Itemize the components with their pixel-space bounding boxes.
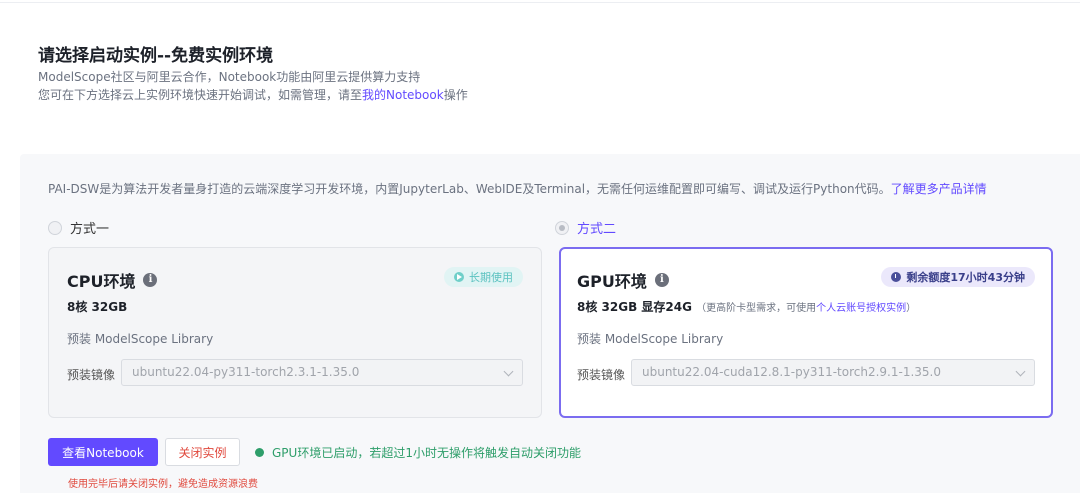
personal-account-link[interactable]: 个人云账号授权实例 [816,303,906,314]
info-icon[interactable]: i [143,273,158,287]
gpu-spec-text: 8核 32GB 显存24G [577,300,692,314]
cpu-image-value: ubuntu22.04-py311-torch2.3.1-1.35.0 [132,365,360,379]
cpu-image-select[interactable]: ubuntu22.04-py311-torch2.3.1-1.35.0 [121,359,523,386]
gpu-note-prefix: （更高阶卡型需求，可使用 [696,303,817,314]
gpu-image-select[interactable]: ubuntu22.04-cuda12.8.1-py311-torch2.9.1-… [631,359,1035,386]
play-circle-icon [454,272,464,282]
close-instance-button[interactable]: 关闭实例 [165,438,240,466]
long-term-badge: 长期使用 [444,267,523,287]
page-header: 请选择启动实例--免费实例环境 ModelScope社区与阿里云合作，Noteb… [38,44,468,104]
top-divider [0,2,1080,3]
cpu-title-text: CPU环境 [67,272,136,291]
cpu-card-title: CPU环境 i [67,268,158,292]
remaining-quota-text: 剩余额度17小时43分钟 [906,271,1025,284]
option1-label: 方式一 [70,222,110,237]
header-desc-1: ModelScope社区与阿里云合作，Notebook功能由阿里云提供算力支持 [38,70,421,84]
status-dot-icon [255,448,264,457]
view-notebook-button[interactable]: 查看Notebook [48,438,158,466]
page-title: 请选择启动实例--免费实例环境 [38,46,274,66]
close-warning: 使用完毕后请关闭实例，避免造成资源浪费 [68,479,258,490]
instance-panel: PAI-DSW是为算法开发者量身打造的云端深度学习开发环境，内置JupyterL… [20,154,1080,493]
learn-more-link[interactable]: 了解更多产品详情 [891,182,987,196]
cpu-image-label: 预装镜像 [67,368,116,382]
gpu-env-card[interactable]: GPU环境 i 剩余额度17小时43分钟 8核 32GB 显存24G （更高阶卡… [559,247,1053,418]
panel-intro: PAI-DSW是为算法开发者量身打造的云端深度学习开发环境，内置JupyterL… [48,180,987,197]
cpu-library: 预装 ModelScope Library [67,332,214,346]
instance-status: GPU环境已启动，若超过1小时无操作将触发自动关闭功能 [255,444,581,461]
cpu-env-card[interactable]: CPU环境 i 长期使用 8核 32GB 预装 ModelScope Libra… [48,247,542,418]
remaining-quota-badge: 剩余额度17小时43分钟 [881,267,1035,287]
header-desc-2-prefix: 您可在下方选择云上实例环境快速开始调试，如需管理，请至 [38,88,363,102]
gpu-library: 预装 ModelScope Library [577,332,724,346]
gpu-note-suffix: ） [906,303,917,314]
gpu-image-value: ubuntu22.04-cuda12.8.1-py311-torch2.9.1-… [642,365,942,379]
clock-icon [891,272,902,282]
gpu-title-text: GPU环境 [577,272,647,291]
radio-unchecked-icon[interactable] [48,220,62,235]
gpu-spec-note: （更高阶卡型需求，可使用个人云账号授权实例） [696,303,916,314]
long-term-badge-text: 长期使用 [469,271,513,284]
gpu-image-label: 预装镜像 [577,368,626,382]
radio-checked-icon[interactable] [555,220,569,235]
my-notebook-link[interactable]: 我的Notebook [362,88,444,102]
chevron-down-icon [1015,366,1026,377]
header-desc-2-suffix: 操作 [443,88,468,102]
chevron-down-icon [503,366,514,377]
header-desc-2: 您可在下方选择云上实例环境快速开始调试，如需管理，请至我的Notebook操作 [38,86,468,104]
option2-label: 方式二 [577,222,617,237]
option1-radio[interactable]: 方式一 [48,218,109,237]
page: 请选择启动实例--免费实例环境 ModelScope社区与阿里云合作，Noteb… [0,0,1080,493]
gpu-spec: 8核 32GB 显存24G （更高阶卡型需求，可使用个人云账号授权实例） [577,298,916,315]
option2-radio[interactable]: 方式二 [555,218,616,237]
status-text: GPU环境已启动，若超过1小时无操作将触发自动关闭功能 [272,446,581,460]
gpu-card-title: GPU环境 i [577,268,669,292]
cpu-spec: 8核 32GB [67,300,128,314]
intro-text: PAI-DSW是为算法开发者量身打造的云端深度学习开发环境，内置JupyterL… [48,182,891,196]
info-icon[interactable]: i [654,273,669,287]
